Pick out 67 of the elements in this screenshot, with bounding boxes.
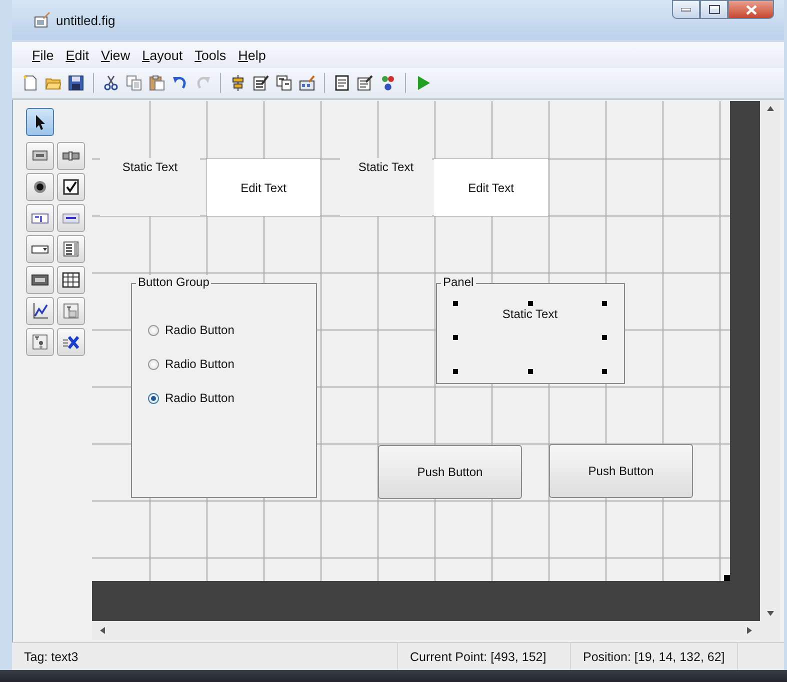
menu-item[interactable]: View [95,46,136,64]
static-text[interactable]: Static Text [453,301,607,374]
edit-text-field[interactable]: Edit Text [434,159,548,216]
window-title: untitled.fig [56,12,116,28]
paste-icon[interactable] [149,75,165,91]
radio-button[interactable]: Radio Button [148,355,234,373]
undo-icon[interactable] [172,75,188,91]
menu-item[interactable]: Help [232,46,272,64]
maximize-icon [708,5,720,14]
activex-icon [62,333,80,351]
radio-button[interactable]: Radio Button [148,389,234,407]
scroll-up-icon [766,106,774,111]
resize-handle[interactable] [724,575,730,581]
scroll-left-icon [100,627,105,634]
group-title: Button Group [136,275,212,290]
menu-item[interactable]: File [26,46,60,64]
new-file-icon[interactable] [22,75,38,91]
palette-tool-button[interactable] [26,173,54,201]
palette-tool-button[interactable] [26,142,54,170]
listbox-icon [62,240,80,258]
radio-button[interactable]: Radio Button [148,321,234,339]
align-icon[interactable] [230,75,246,91]
palette-tool-button[interactable] [57,142,85,170]
copy-icon[interactable] [126,75,142,91]
palette-tool-button[interactable] [57,173,85,201]
minimize-button[interactable] [672,0,700,19]
scroll-down-icon [766,611,774,616]
palette-tool-button[interactable] [26,108,54,136]
palette-tool-button[interactable] [26,235,54,263]
radio-icon [31,178,49,196]
scroll-right-icon [747,627,752,634]
palette-tool-button[interactable] [26,297,54,325]
horizontal-scrollbar[interactable] [92,621,760,640]
close-icon [746,4,756,14]
palette-tool-button[interactable] [26,328,54,356]
palette-tool-button[interactable] [26,266,54,294]
edit-text-field[interactable]: Edit Text [207,159,320,216]
static-text[interactable]: Static Text [100,158,200,216]
palette-tool-button[interactable] [57,204,85,232]
menu-item[interactable]: Layout [136,46,189,64]
figure-file-icon [34,12,50,28]
menu-item[interactable]: Tools [188,46,232,64]
checkbox-icon [62,178,80,196]
table-icon [62,271,80,289]
palette-tool-button[interactable] [57,266,85,294]
tab-order-icon[interactable] [276,75,292,91]
property-list-icon[interactable] [357,75,373,91]
push-button[interactable]: Push Button [378,445,522,499]
static-text[interactable]: Static Text [340,158,432,216]
axes-icon [31,302,49,320]
toolbar-editor-icon[interactable] [299,75,315,91]
object-tree-icon[interactable] [380,75,396,91]
run-icon[interactable] [415,75,431,91]
panel-icon [62,302,80,320]
palette-tool-button[interactable] [57,235,85,263]
button-group-icon [31,333,49,351]
minimize-icon [681,8,691,12]
editor-icon[interactable] [334,75,350,91]
menu-editor-icon[interactable] [253,75,269,91]
vertical-scrollbar[interactable] [760,100,780,642]
menu-item[interactable]: Edit [60,46,96,64]
push-button[interactable]: Push Button [549,444,693,498]
cut-icon[interactable] [103,75,119,91]
save-icon[interactable] [68,75,84,91]
palette-tool-button[interactable] [57,328,85,356]
close-button[interactable] [728,0,774,19]
maximize-button[interactable] [700,0,728,19]
